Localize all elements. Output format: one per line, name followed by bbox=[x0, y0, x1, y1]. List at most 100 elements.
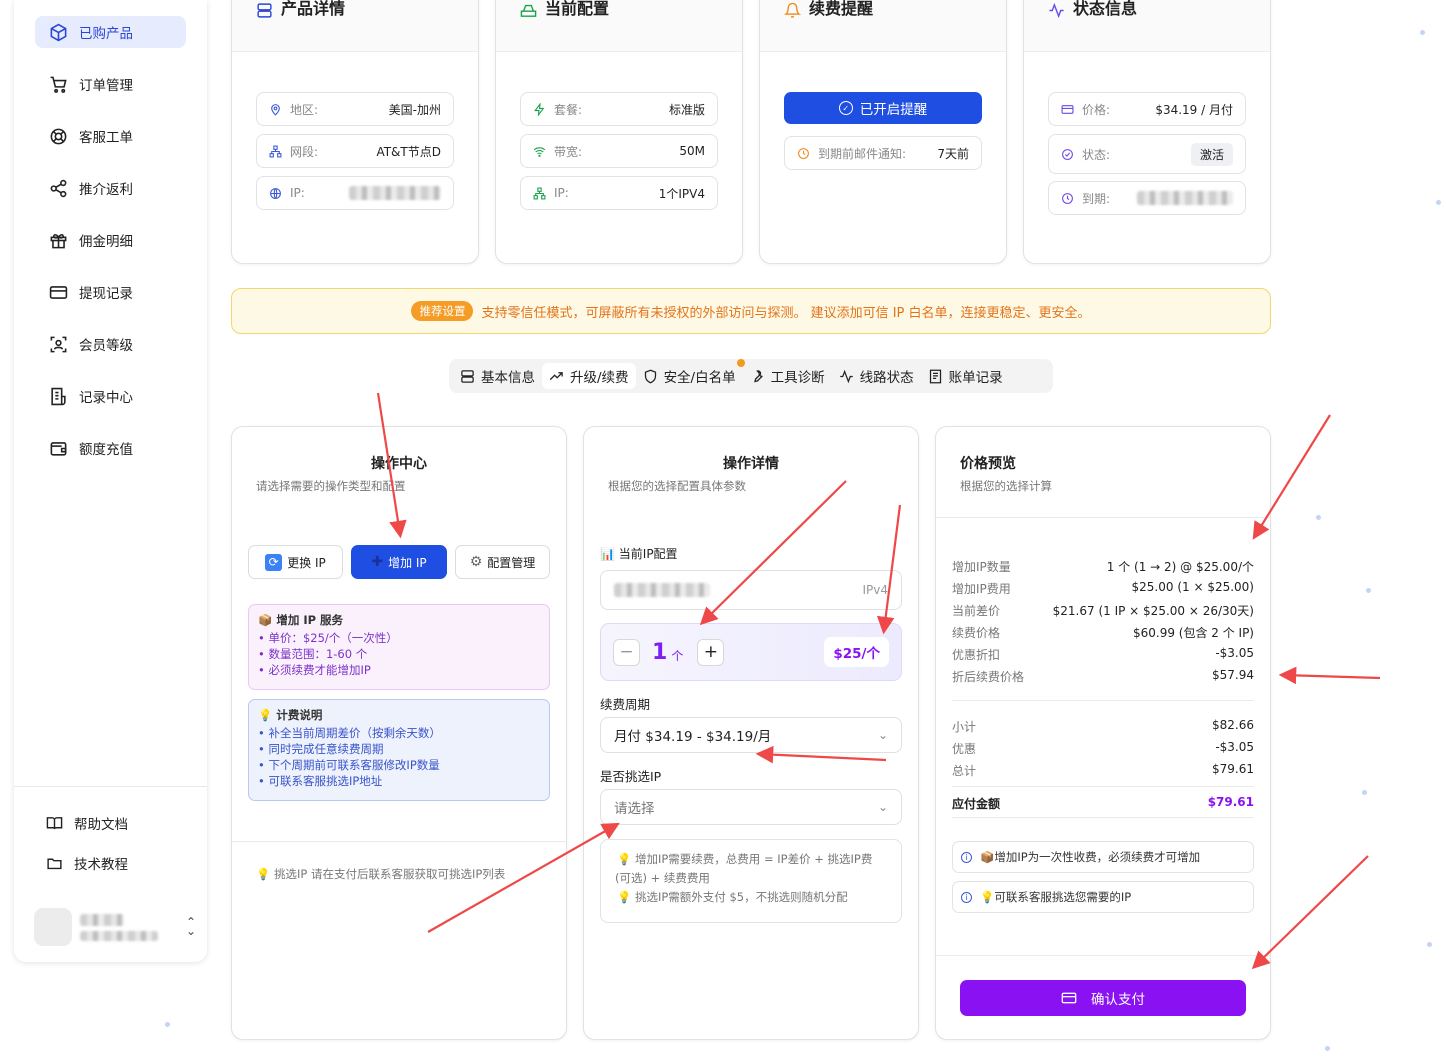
operation-center-card: 操作中心 请选择需要的操作类型和配置 ⟳ 更换 IP ✚ 增加 IP ⚙ 配置管… bbox=[231, 426, 567, 1040]
wifi-icon bbox=[533, 146, 546, 157]
arrow bbox=[1278, 666, 1381, 685]
card-header: 状态信息 bbox=[1024, 0, 1270, 52]
card-icon bbox=[1061, 992, 1077, 1004]
pick-ip-select[interactable]: 请选择 ⌄ bbox=[600, 789, 902, 825]
change-ip-button[interactable]: ⟳ 更换 IP bbox=[248, 545, 343, 579]
card-title: 续费提醒 bbox=[809, 0, 874, 18]
card-subtitle: 根据您的选择计算 bbox=[960, 479, 1052, 493]
user-menu[interactable]: ⌃ ⌄ bbox=[34, 907, 200, 947]
sidebar-item-topup[interactable]: 额度充值 bbox=[35, 432, 186, 464]
confirm-payment-button[interactable]: 确认支付 bbox=[960, 980, 1246, 1016]
sidebar-item-help[interactable]: 帮助文档 bbox=[44, 810, 128, 836]
add-ip-button[interactable]: ✚ 增加 IP bbox=[351, 545, 447, 579]
app-root: 已购产品 订单管理 客服工单 推介返利 佣金明细 提现记录 会员等级 记录中心 bbox=[0, 0, 1446, 1058]
box-icon: 📦 bbox=[258, 613, 277, 627]
tab-label: 账单记录 bbox=[948, 370, 1003, 386]
reminder-enabled-button[interactable]: ✓ 已开启提醒 bbox=[784, 92, 982, 124]
price-value: $60.99 (包含 2 个 IP) bbox=[1132, 626, 1254, 640]
quantity-unit: 个 bbox=[671, 648, 684, 663]
info-icon: i bbox=[961, 851, 972, 863]
bulb-icon: 💡 bbox=[258, 708, 277, 722]
book-icon bbox=[44, 815, 64, 832]
card-header: 当前配置 bbox=[496, 0, 742, 52]
scan-icon bbox=[47, 333, 69, 355]
summary-key: 总计 bbox=[952, 764, 977, 778]
tab-tools[interactable]: 工具诊断 bbox=[743, 363, 832, 389]
tab-line-status[interactable]: 线路状态 bbox=[832, 363, 921, 389]
sidebar-item-purchased[interactable]: 已购产品 bbox=[35, 16, 186, 48]
plus-icon: ✚ bbox=[371, 554, 384, 570]
tab-basic-info[interactable]: 基本信息 bbox=[453, 363, 542, 389]
ip-type: IPv4 bbox=[862, 583, 888, 597]
sidebar-item-tutorial[interactable]: 技术教程 bbox=[44, 850, 128, 876]
summary-key: 优惠 bbox=[952, 742, 977, 756]
tab-billing[interactable]: 账单记录 bbox=[921, 363, 1010, 389]
price-key: 增加IP数量 bbox=[952, 560, 1011, 574]
total-label: 应付金额 bbox=[952, 797, 1001, 811]
ip-value-redacted bbox=[349, 186, 441, 200]
sidebar-item-tickets[interactable]: 客服工单 bbox=[35, 120, 186, 152]
renewal-period-select[interactable]: 月付 $34.19 - $34.19/月 ⌄ bbox=[600, 717, 902, 753]
box-title: 计费说明 bbox=[276, 708, 323, 722]
card-title: 操作详情 bbox=[723, 456, 779, 472]
sidebar-item-label: 已购产品 bbox=[79, 26, 133, 42]
row-label: 套餐: bbox=[554, 102, 583, 117]
summary-value: -$3.05 bbox=[1215, 740, 1254, 754]
total-row: 应付金额 $79.61 bbox=[952, 795, 1254, 812]
tab-label: 基本信息 bbox=[481, 370, 535, 386]
bandwidth-row: 带宽: 50M bbox=[520, 134, 718, 168]
renewal-reminder-card: 续费提醒 ✓ 已开启提醒 到期前邮件通知: 7天前 bbox=[759, 0, 1007, 264]
card-icon bbox=[47, 281, 69, 303]
clock-icon bbox=[798, 147, 809, 159]
decrement-button[interactable]: − bbox=[613, 638, 640, 666]
hard-drive-icon bbox=[520, 4, 537, 17]
current-config-card: 当前配置 套餐: 标准版 带宽: 50M IP: 1个IPV4 bbox=[495, 0, 743, 264]
sidebar-item-membership[interactable]: 会员等级 bbox=[35, 328, 186, 360]
box-line: • 单价：$25/个（一次性） bbox=[258, 631, 398, 645]
network-icon bbox=[269, 145, 282, 157]
sidebar-item-commission[interactable]: 佣金明细 bbox=[35, 224, 186, 256]
tab-upgrade-renew[interactable]: 升级/续费 bbox=[542, 363, 636, 389]
select-placeholder: 请选择 bbox=[614, 801, 655, 817]
server-icon bbox=[257, 3, 272, 18]
unit-price-badge: $25/个 bbox=[824, 637, 889, 667]
summary-value: $82.66 bbox=[1212, 718, 1254, 732]
quantity-stepper: − 1 个 + $25/个 bbox=[600, 623, 902, 681]
segment-row: 网段: AT&T节点D bbox=[256, 134, 454, 168]
ip-row: IP: bbox=[256, 176, 454, 210]
current-ip-redacted bbox=[614, 583, 710, 597]
row-label: 到期: bbox=[1082, 191, 1111, 206]
select-value: 月付 $34.19 - $34.19/月 bbox=[614, 729, 772, 745]
price-row: 当前差价 $21.67 (1 IP × $25.00 × 26/30天) bbox=[952, 602, 1254, 619]
card-header: 续费提醒 bbox=[760, 0, 1006, 52]
shield-icon bbox=[644, 369, 656, 383]
card-title: 状态信息 bbox=[1073, 0, 1138, 18]
segment-value: AT&T节点D bbox=[376, 144, 441, 159]
folder-icon bbox=[44, 855, 64, 872]
sidebar-item-orders[interactable]: 订单管理 bbox=[35, 68, 186, 100]
box-line: • 补全当前周期差价（按剩余天数） bbox=[258, 726, 441, 740]
card-title: 产品详情 bbox=[281, 0, 346, 18]
note-text: 挑选IP 请在支付后联系客服获取可挑选IP列表 bbox=[273, 867, 506, 881]
increment-button[interactable]: + bbox=[697, 638, 725, 666]
box-line: • 同时完成任意续费周期 bbox=[258, 742, 384, 756]
card-title: 操作中心 bbox=[371, 456, 427, 472]
box-line: • 数量范围：1-60 个 bbox=[258, 647, 368, 661]
bandwidth-value: 50M bbox=[679, 144, 705, 158]
sidebar-item-withdraw[interactable]: 提现记录 bbox=[35, 276, 186, 308]
button-label: 配置管理 bbox=[487, 555, 536, 570]
tab-bar: 基本信息 升级/续费 安全/白名单 工具诊断 线路状态 账单记录 bbox=[449, 359, 1053, 393]
sidebar: 已购产品 订单管理 客服工单 推介返利 佣金明细 提现记录 会员等级 记录中心 bbox=[14, 0, 207, 962]
total-amount: $79.61 bbox=[1207, 795, 1254, 809]
sidebar-item-records[interactable]: 记录中心 bbox=[35, 380, 186, 412]
check-circle-icon bbox=[1062, 148, 1073, 160]
config-manage-button[interactable]: ⚙ 配置管理 bbox=[455, 545, 550, 579]
bulb-icon: 💡 bbox=[617, 890, 635, 904]
gear-icon: ⚙ bbox=[469, 554, 483, 570]
package-icon: 📦 bbox=[980, 850, 995, 864]
tab-security[interactable]: 安全/白名单 bbox=[636, 359, 745, 389]
gift-icon bbox=[47, 229, 69, 251]
summary-key: 小计 bbox=[952, 720, 977, 734]
sidebar-item-label: 提现记录 bbox=[79, 286, 133, 302]
sidebar-item-referral[interactable]: 推介返利 bbox=[35, 172, 186, 204]
